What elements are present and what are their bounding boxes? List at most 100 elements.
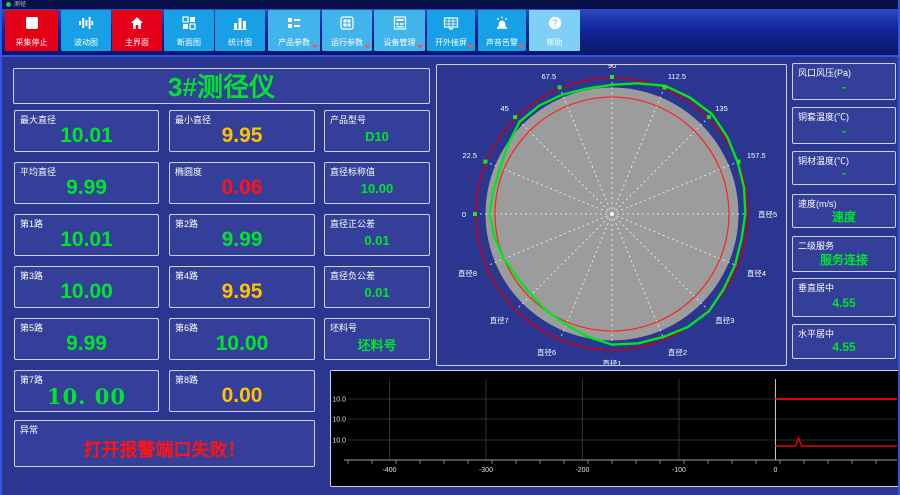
trend-chart: 10.0 10.0 10.0 -400 -300 -200 -100 0 <box>331 371 898 486</box>
toolbar-button-external-screen[interactable]: 开外接屏 <box>427 10 475 51</box>
trend-panel: 10.0 10.0 10.0 -400 -300 -200 -100 0 <box>330 370 898 487</box>
field-value: 9.99 <box>221 228 263 251</box>
device-icon <box>393 16 406 30</box>
field-value: 10.00 <box>215 332 269 355</box>
svg-text:112.5: 112.5 <box>668 72 686 81</box>
field-channel-1: 第1路 10.01 <box>14 214 159 256</box>
toolbar-button-label: 采集停止 <box>15 38 48 47</box>
svg-text:10.0: 10.0 <box>332 438 346 445</box>
field-value: 9.95 <box>221 124 263 147</box>
field-value: 9.99 <box>66 176 107 199</box>
field-copper-temperature: 铜材温度(℃) - <box>792 151 896 185</box>
field-value: 10.01 <box>60 124 113 147</box>
field-speed: 速度(m/s) 速度 <box>792 194 896 228</box>
external-screen-icon <box>443 17 459 30</box>
field-air-pressure: 风口风压(Pa) - <box>792 63 896 100</box>
field-value: 0.01 <box>364 284 390 300</box>
field-value: 服务连接 <box>819 252 868 267</box>
svg-text:45: 45 <box>500 104 508 113</box>
home-icon <box>131 17 143 29</box>
cross-section-panel: 0 22.5 45 67.5 90 112.5 135 157.5 直径1 直径2 直径3 直径4 直径… <box>436 64 787 366</box>
barchart-icon <box>233 18 247 30</box>
svg-text:135: 135 <box>715 104 728 113</box>
field-vertical-center: 垂直居中 4.55 <box>792 278 896 317</box>
toolbar-button-section-chart[interactable]: 断面图 <box>164 10 214 51</box>
field-value: - <box>842 166 846 180</box>
svg-text:0: 0 <box>462 210 466 219</box>
svg-text:-100: -100 <box>672 467 686 474</box>
section-icon <box>182 16 196 30</box>
field-value: - <box>842 123 846 138</box>
field-channel-3: 第3路 10.00 <box>14 266 159 308</box>
title-bar: 测径 <box>2 0 898 9</box>
toolbar-button-main-screen[interactable]: 主界面 <box>112 10 162 51</box>
svg-text:22.5: 22.5 <box>463 151 478 160</box>
dropdown-caret-icon <box>518 45 524 49</box>
svg-text:10.0: 10.0 <box>332 417 346 424</box>
svg-text:直径3: 直径3 <box>715 315 734 325</box>
window-title: 测径 <box>14 1 27 8</box>
svg-text:直径8: 直径8 <box>458 268 477 278</box>
svg-text:直径6: 直径6 <box>537 347 556 357</box>
field-value: 0.01 <box>364 232 390 248</box>
field-value: - <box>842 79 846 94</box>
field-value: 9.99 <box>66 332 107 355</box>
alarm-box: 异常 打开报警端口失败！ <box>14 420 315 467</box>
cross-section-chart: 0 22.5 45 67.5 90 112.5 135 157.5 直径1 直径2 直径3 直径4 直径… <box>458 65 777 365</box>
field-min-diameter: 最小直径 9.95 <box>169 110 315 152</box>
field-minus-tolerance: 直径负公差 0.01 <box>324 266 430 308</box>
field-avg-diameter: 平均直径 9.99 <box>14 162 159 204</box>
toolbar-button-label: 统计图 <box>228 38 252 47</box>
toolbar-button-device-mgmt[interactable]: 设备管理 <box>374 10 425 51</box>
svg-text:直径1: 直径1 <box>602 358 621 365</box>
field-value: 4.55 <box>832 339 856 354</box>
toolbar-button-help[interactable]: ? 帮助 <box>529 10 580 51</box>
stop-icon <box>25 17 38 29</box>
toolbar-button-run-params[interactable]: 运行参数 <box>322 10 372 51</box>
svg-text:90: 90 <box>608 65 616 70</box>
field-value: 速度 <box>831 209 856 224</box>
app-window: 测径 采集停止 波动图 主界面 断面图 统计图 产品参数 运行参数 设备管理 开… <box>0 0 900 495</box>
svg-text:-400: -400 <box>382 467 396 474</box>
field-channel-8: 第8路 0.00 <box>169 370 315 412</box>
svg-text:-300: -300 <box>479 467 493 474</box>
toolbar-button-label: 帮助 <box>546 38 563 47</box>
toolbar-button-sound-alarm[interactable]: 声音告警 <box>478 10 526 51</box>
field-plus-tolerance: 直径正公差 0.01 <box>324 214 430 256</box>
toolbar-button-label: 波动图 <box>74 38 98 47</box>
toolbar-button-stats-chart[interactable]: 统计图 <box>215 10 265 51</box>
field-service-link: 二级服务 服务连接 <box>792 236 896 272</box>
field-ovality: 椭圆度 0.06 <box>169 162 315 204</box>
svg-text:直径5: 直径5 <box>758 209 777 219</box>
toolbar-button-stop-collect[interactable]: 采集停止 <box>5 10 58 51</box>
dropdown-caret-icon <box>312 45 318 49</box>
toolbar-button-product-params[interactable]: 产品参数 <box>268 10 320 51</box>
field-channel-2: 第2路 9.99 <box>169 214 315 256</box>
field-value: 9.95 <box>221 280 263 303</box>
field-value: 0.06 <box>221 176 263 199</box>
svg-text:10.0: 10.0 <box>332 397 346 404</box>
toolbar-button-label: 断面图 <box>177 38 201 47</box>
field-value: 10.01 <box>60 228 113 251</box>
field-channel-5: 第5路 9.99 <box>14 318 159 360</box>
run-params-icon <box>340 16 354 30</box>
field-value: 0.00 <box>221 384 263 407</box>
svg-text:直径4: 直径4 <box>747 268 766 278</box>
field-channel-7: 第7路 10. 00 <box>14 370 159 412</box>
field-channel-4: 第4路 9.95 <box>169 266 315 308</box>
dropdown-caret-icon <box>467 45 473 49</box>
siren-icon <box>496 16 508 29</box>
field-value: 10.00 <box>360 180 394 196</box>
toolbar-button-wave-chart[interactable]: 波动图 <box>61 10 111 51</box>
field-horizontal-center: 水平居中 4.55 <box>792 324 896 359</box>
field-value: 坯料号 <box>357 337 397 353</box>
svg-text:-200: -200 <box>575 467 589 474</box>
field-product-model: 产品型号 D10 <box>324 110 430 152</box>
field-max-diameter: 最大直径 10.01 <box>14 110 159 152</box>
dropdown-caret-icon <box>417 45 423 49</box>
dropdown-caret-icon <box>364 45 370 49</box>
field-billet-no: 坯料号 坯料号 <box>324 318 430 360</box>
field-value: 10.00 <box>60 280 113 303</box>
gauge-title-box: 3#测径仪 <box>13 68 430 104</box>
field-sleeve-temperature: 铜套温度(℃) - <box>792 107 896 144</box>
